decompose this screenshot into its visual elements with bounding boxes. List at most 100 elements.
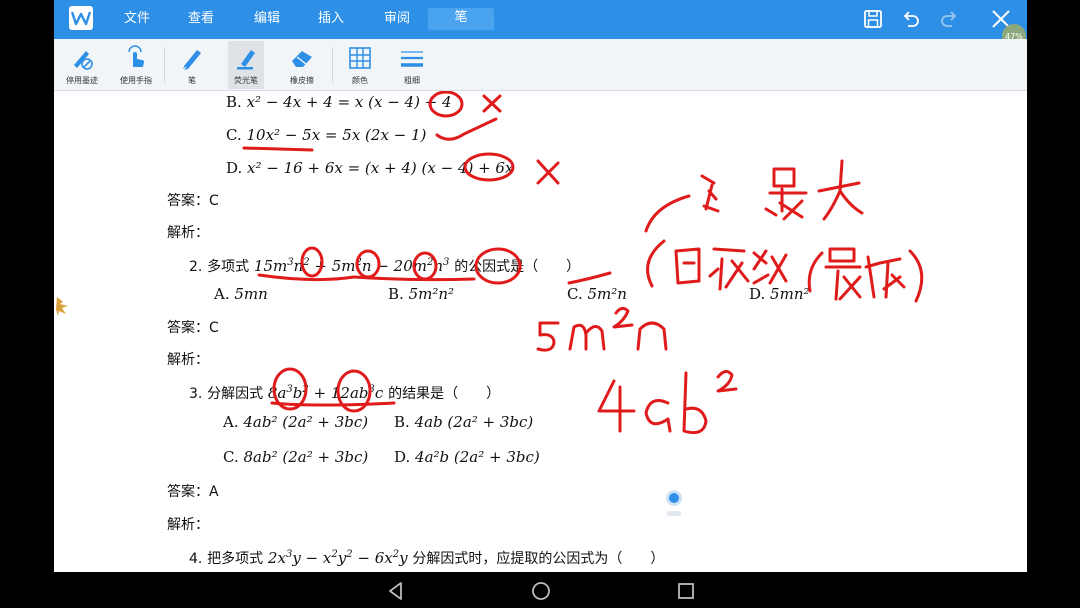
- answer-label: 答案：: [167, 193, 209, 209]
- q2-analysis: 解析：: [167, 349, 209, 370]
- tool-eraser[interactable]: 橡皮擦: [282, 41, 322, 89]
- stem-suffix: 的结果是（ ）: [388, 386, 501, 402]
- option-label: A.: [223, 413, 239, 431]
- ink-bracket: [908, 249, 924, 303]
- q3-option-a: A. 4ab² (2a² + 3bc): [223, 412, 368, 432]
- ink-cross-mark: [536, 159, 560, 185]
- tab-edit[interactable]: 编辑: [254, 9, 280, 29]
- option-value: 5m²n²: [408, 285, 455, 303]
- tab-insert[interactable]: 插入: [318, 9, 344, 29]
- question-number: 4.: [189, 551, 203, 567]
- analysis-label: 解析：: [167, 352, 209, 368]
- ink-letter-b: [682, 371, 708, 435]
- menu-bar: 文件 查看 编辑 插入 审阅 笔: [54, 0, 1027, 39]
- tool-line-width[interactable]: 粗细: [394, 41, 430, 89]
- q3-option-b: B. 4ab (2a² + 3bc): [394, 412, 533, 432]
- option-value: 4ab (2a² + 3bc): [414, 413, 534, 431]
- ink-letter-m: [568, 323, 606, 351]
- q3-polynomial: 8a3b2 + 12ab3c: [267, 384, 384, 402]
- tool-highlighter[interactable]: 荧光笔: [228, 41, 264, 89]
- tool-label: 颜色: [352, 76, 368, 85]
- home-icon[interactable]: [530, 580, 552, 602]
- analysis-label: 解析：: [167, 225, 209, 241]
- tool-use-finger[interactable]: 使用手指: [116, 41, 156, 89]
- answer-label: 答案：: [167, 484, 209, 500]
- option-value: 8ab² (2a² + 3bc): [243, 448, 369, 466]
- ink-chinese-char: [764, 167, 808, 221]
- stem-prefix: 多项式: [207, 259, 250, 275]
- touch-cursor-icon: [666, 490, 682, 516]
- option-label: D.: [394, 448, 411, 466]
- option-value: 5m²n: [587, 285, 627, 303]
- tool-label: 荧光笔: [234, 76, 258, 85]
- ink-digit-5: [536, 321, 560, 352]
- tab-review[interactable]: 审阅: [384, 9, 410, 29]
- q4-polynomial: 2x3y − x2y2 − 6x2y: [267, 549, 408, 567]
- q4-stem: 4. 把多项式 2x3y − x2y2 − 6x2y 分解因式时，应提取的公因式…: [189, 548, 664, 569]
- tab-pen[interactable]: 笔: [428, 8, 494, 30]
- option-label: C.: [567, 285, 583, 303]
- toolbar-divider: [164, 47, 165, 83]
- eraser-icon: [289, 45, 315, 71]
- option-label: D.: [226, 159, 243, 177]
- q1-option-c: C. 10x² − 5x = 5x (2x − 1): [226, 125, 426, 145]
- tool-label: 停用墨迹: [66, 76, 98, 85]
- option-expr: x² − 4x + 4 = x (x − 4) + 4: [246, 93, 452, 111]
- q2-answer: 答案：C: [167, 317, 219, 338]
- option-value: 4a²b (2a² + 3bc): [415, 448, 540, 466]
- ink-chinese-char: [824, 247, 862, 301]
- ink-exponent-2: [612, 306, 634, 329]
- stem-suffix: 分解因式时，应提取的公因式为（ ）: [412, 551, 665, 567]
- ink-check-mark: [435, 117, 498, 141]
- ink-chinese-char: [864, 255, 906, 299]
- q2-option-a: A. 5mn: [214, 284, 268, 304]
- q2-stem: 2. 多项式 15m3n2 + 5m2n − 20m2n3 的公因式是（ ）: [189, 256, 580, 277]
- analysis-label: 解析：: [167, 517, 209, 533]
- q2-polynomial: 15m3n2 + 5m2n − 20m2n3: [253, 257, 450, 275]
- recent-apps-icon[interactable]: [675, 580, 697, 602]
- tool-disable-ink[interactable]: 停用墨迹: [62, 41, 102, 89]
- line-width-icon: [399, 45, 425, 71]
- toolbar-divider: [332, 47, 333, 83]
- back-icon[interactable]: [385, 580, 407, 602]
- tab-view[interactable]: 查看: [188, 9, 214, 29]
- option-label: D.: [749, 285, 766, 303]
- q2-option-c: C. 5m²n: [567, 284, 627, 304]
- wps-logo-icon[interactable]: [69, 6, 93, 30]
- q1-answer: 答案：C: [167, 190, 219, 211]
- answer-value: A: [209, 484, 219, 500]
- redo-icon[interactable]: [938, 8, 960, 30]
- tool-label: 粗细: [404, 76, 420, 85]
- q3-option-c: C. 8ab² (2a² + 3bc): [223, 447, 368, 467]
- system-nav-bar: [0, 572, 1080, 608]
- q2-option-b: B. 5m²n²: [388, 284, 454, 304]
- ink-letter-n: [636, 321, 668, 351]
- tab-file[interactable]: 文件: [124, 9, 150, 29]
- color-grid-icon: [347, 45, 373, 71]
- ink-chinese-char: [700, 174, 720, 213]
- option-value: 5mn²: [770, 285, 810, 303]
- tool-color[interactable]: 颜色: [342, 41, 378, 89]
- answer-label: 答案：: [167, 320, 209, 336]
- save-icon[interactable]: [862, 8, 884, 30]
- ink-exponent-2: [716, 370, 738, 393]
- tool-label: 笔: [188, 76, 196, 85]
- ink-chinese-char: [674, 247, 701, 285]
- option-expr: x² − 16 + 6x = (x + 4) (x − 4) + 6x: [247, 159, 514, 177]
- undo-icon[interactable]: [900, 8, 922, 30]
- tool-pen[interactable]: 笔: [174, 41, 210, 89]
- option-label: B.: [394, 413, 410, 431]
- q3-answer: 答案：A: [167, 481, 219, 502]
- pen-disable-icon: [69, 45, 95, 71]
- option-label: A.: [214, 285, 230, 303]
- question-number: 2.: [189, 259, 203, 275]
- option-expr: 10x² − 5x = 5x (2x − 1): [246, 126, 427, 144]
- finger-icon: [123, 45, 149, 71]
- q1-analysis: 解析：: [167, 222, 209, 243]
- document-canvas[interactable]: B. x² − 4x + 4 = x (x − 4) + 4 C. 10x² −…: [54, 91, 1027, 572]
- ink-chinese-char: [817, 159, 864, 221]
- q3-analysis: 解析：: [167, 514, 209, 535]
- q1-option-b: B. x² − 4x + 4 = x (x − 4) + 4: [226, 92, 452, 112]
- ink-chinese-char: [708, 247, 750, 291]
- ink-letter-a: [644, 399, 672, 433]
